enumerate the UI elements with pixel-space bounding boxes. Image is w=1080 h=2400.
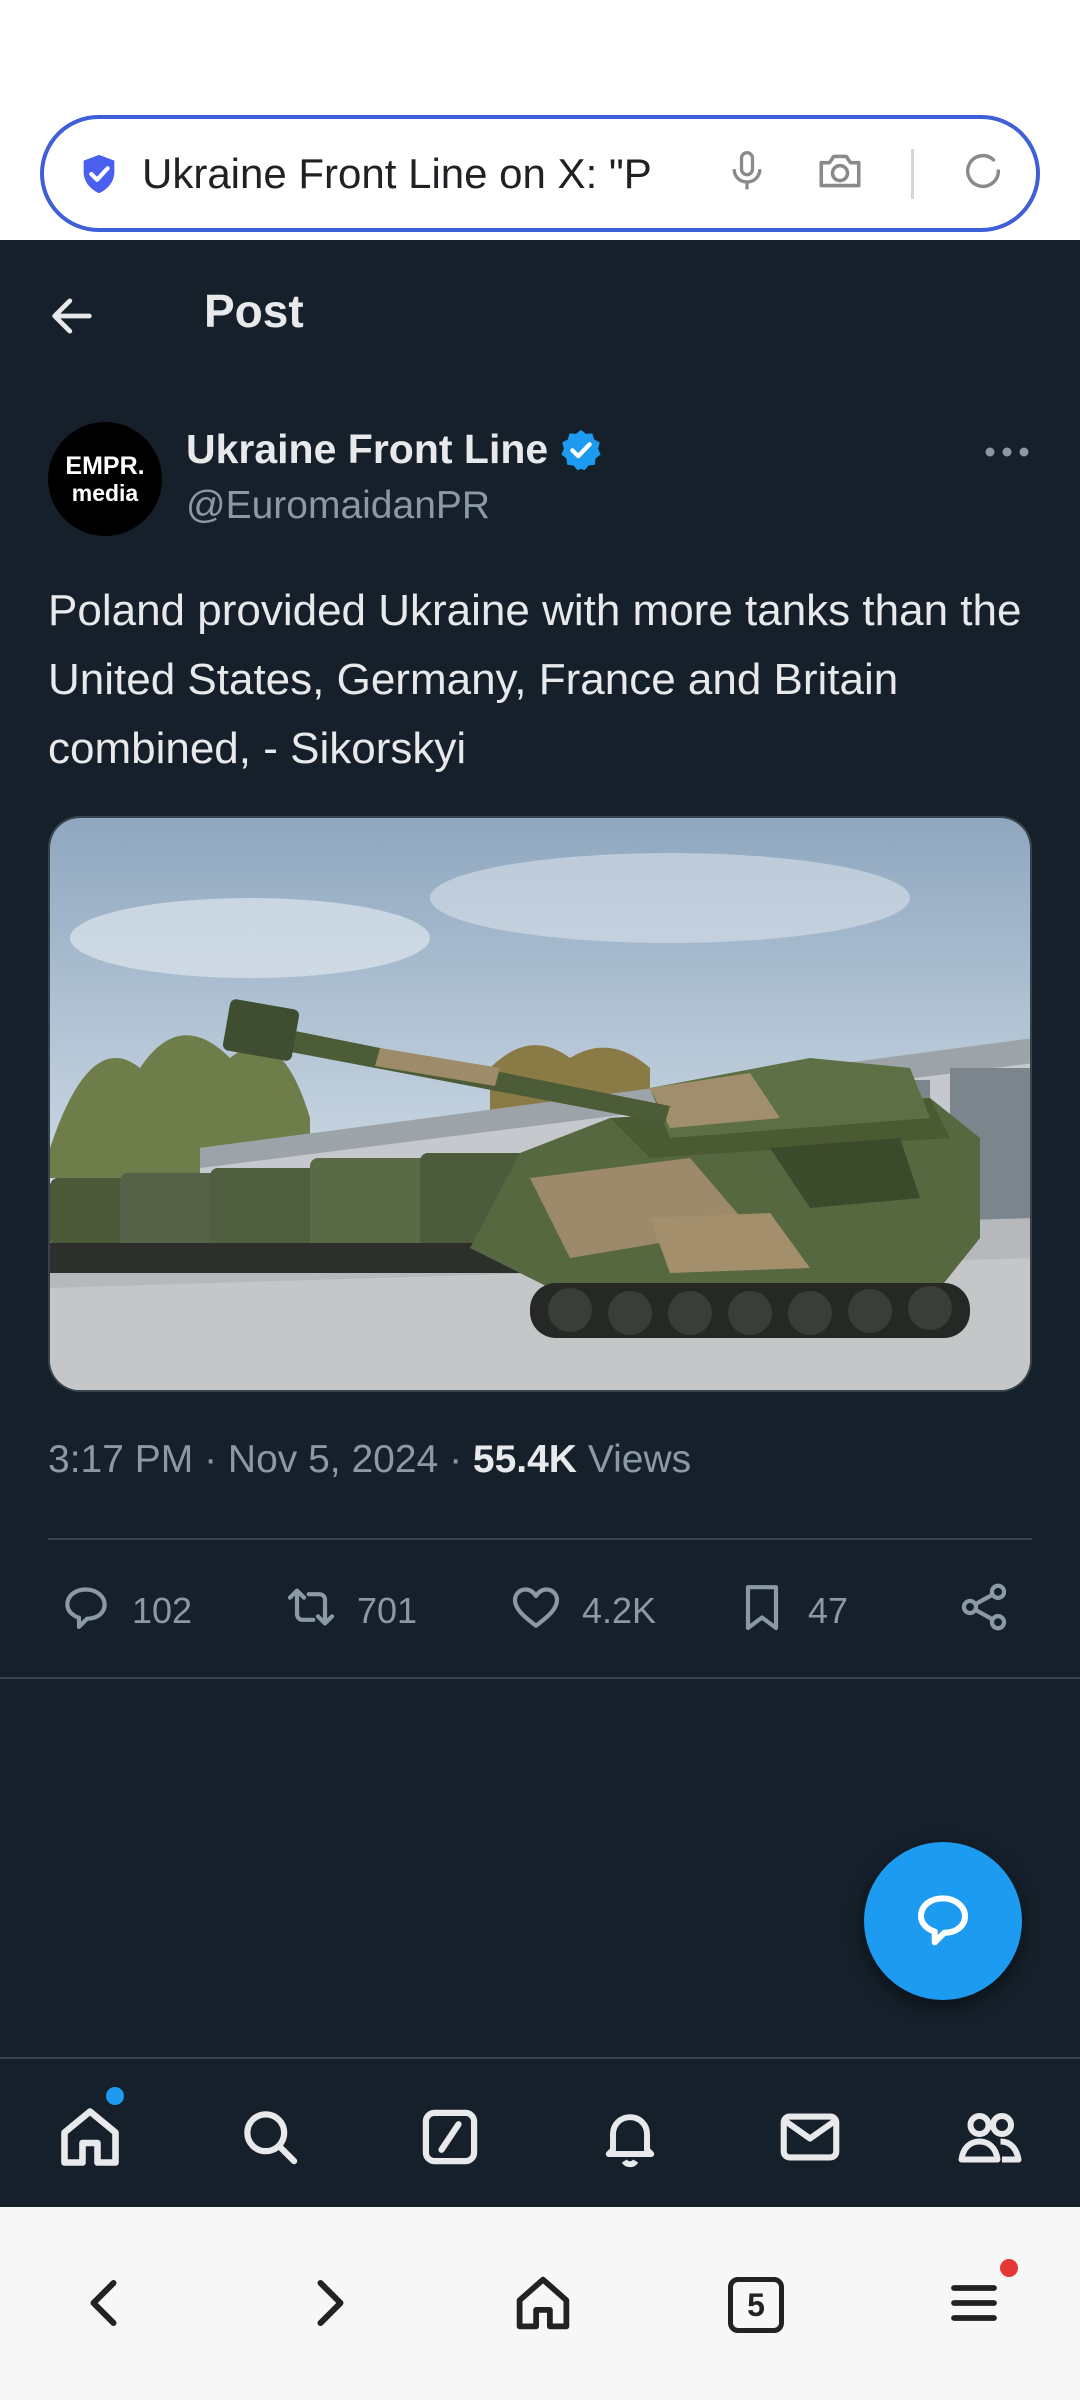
post-date: Nov 5, 2024 xyxy=(227,1438,439,1481)
post-meta: 3:17 PM · Nov 5, 2024 · 55.4K Views xyxy=(48,1438,692,1481)
bell-icon xyxy=(596,2103,664,2176)
verified-badge-icon xyxy=(558,427,604,473)
nav-grok[interactable] xyxy=(410,2099,490,2179)
nav-communities[interactable] xyxy=(950,2099,1030,2179)
browser-back-button[interactable] xyxy=(66,2265,146,2345)
chevron-right-icon xyxy=(298,2273,358,2338)
communities-icon xyxy=(954,2101,1026,2178)
views-count: 55.4K xyxy=(472,1438,577,1481)
repost-icon xyxy=(283,1579,339,1644)
avatar-text-line2: media xyxy=(71,479,139,506)
like-count: 4.2K xyxy=(582,1590,657,1631)
chevron-left-icon xyxy=(76,2273,136,2338)
post-image[interactable] xyxy=(48,816,1032,1392)
reply-plus-icon xyxy=(910,1886,976,1957)
browser-tabs-button[interactable]: 5 xyxy=(716,2265,796,2345)
author-name[interactable]: Ukraine Front Line xyxy=(186,426,548,473)
bookmark-icon xyxy=(734,1579,790,1644)
url-text[interactable]: Ukraine Front Line on X: "P xyxy=(142,150,682,198)
search-icon xyxy=(236,2103,304,2176)
nav-home[interactable] xyxy=(50,2099,130,2179)
views-label: Views xyxy=(587,1438,692,1481)
grok-icon xyxy=(416,2103,484,2176)
author-handle[interactable]: @EuromaidanPR xyxy=(186,484,490,528)
home-notification-dot xyxy=(106,2087,124,2105)
browser-menu-button[interactable] xyxy=(934,2265,1014,2345)
heart-icon xyxy=(508,1579,564,1644)
hamburger-menu-icon xyxy=(944,2273,1004,2338)
repost-button[interactable]: 701 xyxy=(283,1576,417,1646)
more-options-icon[interactable] xyxy=(982,440,1032,464)
mail-icon xyxy=(775,2102,845,2177)
reply-fab-button[interactable] xyxy=(864,1842,1022,2000)
share-button[interactable] xyxy=(956,1576,1012,1646)
post-time: 3:17 PM xyxy=(48,1438,194,1481)
address-bar-separator xyxy=(911,148,914,199)
nav-messages[interactable] xyxy=(770,2099,850,2179)
reply-button[interactable]: 102 xyxy=(58,1576,192,1646)
microphone-icon[interactable] xyxy=(725,149,769,198)
avatar-text-line1: EMPR. xyxy=(65,451,145,480)
post-text: Poland provided Ukraine with more tanks … xyxy=(48,586,1022,773)
bookmark-count: 47 xyxy=(808,1590,849,1631)
back-arrow-icon[interactable] xyxy=(46,290,98,342)
avatar[interactable]: EMPR. media xyxy=(48,422,162,536)
author-name-row[interactable]: Ukraine Front Line xyxy=(186,426,604,473)
browser-forward-button[interactable] xyxy=(288,2265,368,2345)
bottom-navigation xyxy=(0,2057,1080,2207)
page-title: Post xyxy=(204,285,304,337)
browser-home-button[interactable] xyxy=(503,2265,583,2345)
repost-count: 701 xyxy=(357,1590,418,1631)
camera-icon[interactable] xyxy=(815,146,865,201)
reload-icon[interactable] xyxy=(960,148,1006,199)
nav-notifications[interactable] xyxy=(590,2099,670,2179)
reply-count: 102 xyxy=(132,1590,193,1631)
menu-notification-dot xyxy=(1000,2259,1018,2277)
like-button[interactable]: 4.2K xyxy=(508,1576,656,1646)
nav-search[interactable] xyxy=(230,2099,310,2179)
bookmark-button[interactable]: 47 xyxy=(734,1576,848,1646)
browser-bottom-bar: 5 xyxy=(0,2207,1080,2400)
share-icon xyxy=(956,1579,1012,1644)
home-icon xyxy=(54,2101,126,2178)
divider xyxy=(0,1677,1080,1679)
tabs-count: 5 xyxy=(728,2277,784,2333)
address-bar[interactable]: Ukraine Front Line on X: "P xyxy=(40,115,1040,232)
app-header: Post xyxy=(0,240,1080,385)
browser-top-bar: Ukraine Front Line on X: "P xyxy=(0,0,1080,240)
reply-icon xyxy=(58,1579,114,1644)
post-actions: 102 701 4.2K 47 xyxy=(48,1576,1032,1646)
home-icon xyxy=(510,2270,576,2341)
divider xyxy=(48,1538,1032,1540)
shield-check-icon xyxy=(74,149,124,199)
